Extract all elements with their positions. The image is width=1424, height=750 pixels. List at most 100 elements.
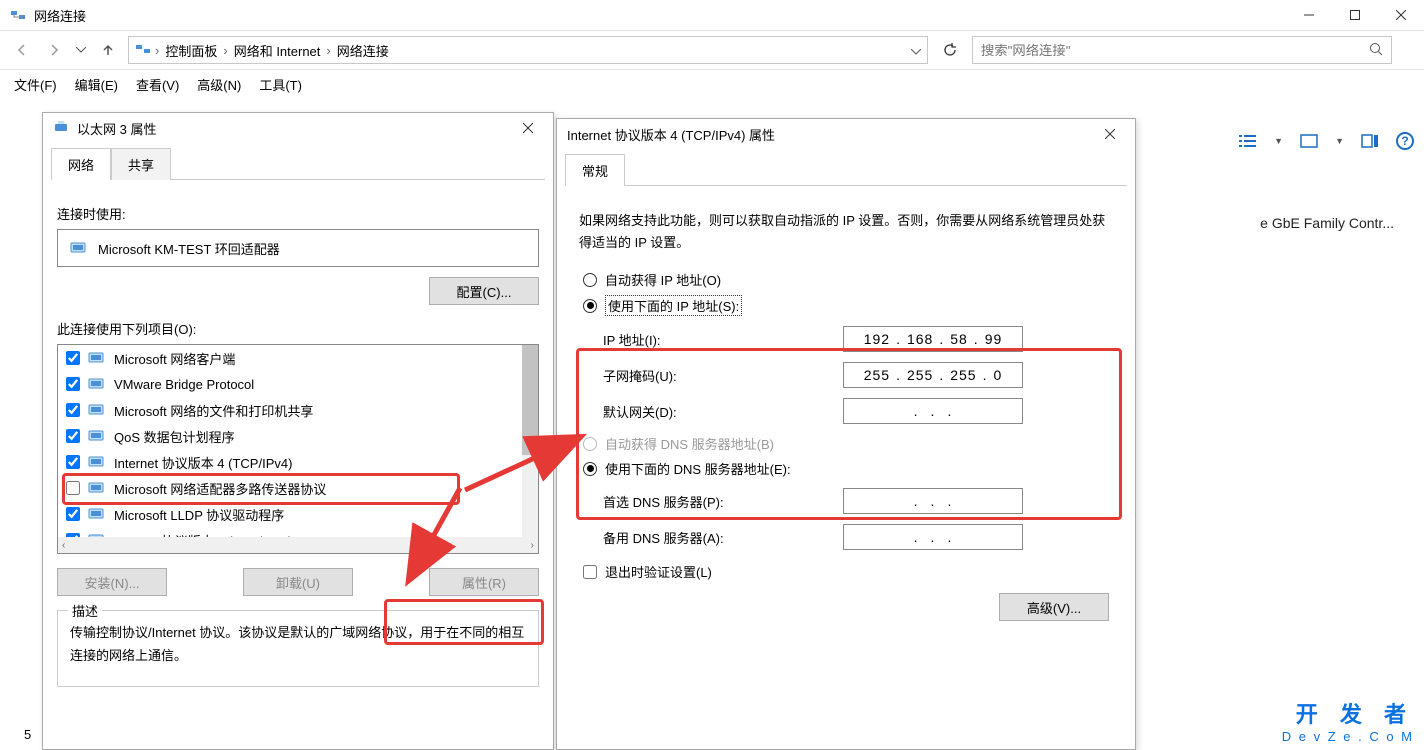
menu-tools[interactable]: 工具(T) xyxy=(251,73,310,96)
radio-icon[interactable] xyxy=(583,462,597,476)
crumb-2[interactable]: 网络连接 xyxy=(333,41,393,60)
forward-button[interactable] xyxy=(42,38,66,62)
dialog-title: 以太网 3 属性 xyxy=(77,119,156,138)
advanced-button[interactable]: 高级(V)... xyxy=(999,593,1109,621)
item-label: Microsoft LLDP 协议驱动程序 xyxy=(114,505,284,524)
auto-ip-radio-row[interactable]: 自动获得 IP 地址(O) xyxy=(583,270,1109,289)
minimize-button[interactable] xyxy=(1286,0,1332,30)
tab-sharing[interactable]: 共享 xyxy=(111,148,171,180)
ipv4-properties-dialog: Internet 协议版本 4 (TCP/IPv4) 属性 常规 如果网络支持此… xyxy=(556,118,1136,750)
validate-checkbox[interactable] xyxy=(583,565,597,579)
properties-button[interactable]: 属性(R) xyxy=(429,568,539,596)
item-checkbox[interactable] xyxy=(66,481,80,495)
breadcrumb[interactable]: › 控制面板 › 网络和 Internet › 网络连接 xyxy=(128,36,928,64)
item-checkbox[interactable] xyxy=(66,507,80,521)
item-label: Internet 协议版本 4 (TCP/IPv4) xyxy=(114,453,292,472)
list-item[interactable]: Microsoft 网络适配器多路传送器协议 xyxy=(58,475,538,501)
manual-dns-radio-row[interactable]: 使用下面的 DNS 服务器地址(E): xyxy=(583,459,1109,478)
list-item[interactable]: QoS 数据包计划程序 xyxy=(58,423,538,449)
close-button[interactable] xyxy=(513,113,543,143)
list-item[interactable]: Microsoft 网络客户端 xyxy=(58,345,538,371)
radio-icon[interactable] xyxy=(583,273,597,287)
chevron-down-icon[interactable] xyxy=(911,43,921,58)
adapter-name: Microsoft KM-TEST 环回适配器 xyxy=(98,239,280,258)
ethernet-properties-dialog: 以太网 3 属性 网络 共享 连接时使用: Microsoft KM-TEST … xyxy=(42,112,554,750)
menu-advanced[interactable]: 高级(N) xyxy=(189,73,249,96)
chevron-right-icon: › xyxy=(221,43,229,58)
protocol-icon xyxy=(88,480,106,497)
alt-dns-label: 备用 DNS 服务器(A): xyxy=(603,528,843,547)
network-connections-icon xyxy=(10,7,26,23)
view-large-icon[interactable] xyxy=(1299,132,1319,150)
scrollbar-vertical[interactable] xyxy=(522,345,538,537)
chevron-right-icon: › xyxy=(324,43,332,58)
list-item[interactable]: Internet 协议版本 4 (TCP/IPv4) xyxy=(58,449,538,475)
uninstall-button[interactable]: 卸载(U) xyxy=(243,568,353,596)
main-titlebar: 网络连接 xyxy=(0,0,1424,30)
search-icon[interactable] xyxy=(1369,42,1383,59)
history-dropdown[interactable] xyxy=(74,38,88,62)
menu-file[interactable]: 文件(F) xyxy=(6,73,65,96)
protocol-icon xyxy=(88,376,106,393)
network-items-listbox[interactable]: Microsoft 网络客户端VMware Bridge ProtocolMic… xyxy=(57,344,539,554)
back-button[interactable] xyxy=(10,38,34,62)
gateway-label: 默认网关(D): xyxy=(603,402,843,421)
search-input[interactable] xyxy=(981,43,1369,58)
view-details-icon[interactable] xyxy=(1238,132,1258,150)
menu-edit[interactable]: 编辑(E) xyxy=(67,73,126,96)
install-button[interactable]: 安装(N)... xyxy=(57,568,167,596)
ip-address-input[interactable]: 192.168.58.99 xyxy=(843,326,1023,352)
close-button[interactable] xyxy=(1378,0,1424,30)
list-item[interactable]: Microsoft LLDP 协议驱动程序 xyxy=(58,501,538,527)
subnet-mask-label: 子网掩码(U): xyxy=(603,366,843,385)
help-icon[interactable]: ? xyxy=(1396,132,1414,150)
auto-dns-radio-row: 自动获得 DNS 服务器地址(B) xyxy=(583,434,1109,453)
item-checkbox[interactable] xyxy=(66,429,80,443)
dropdown-icon[interactable]: ▼ xyxy=(1274,136,1283,146)
view-toolbar: ▼ ▼ ? xyxy=(1238,132,1414,150)
validate-label: 退出时验证设置(L) xyxy=(605,562,712,581)
alt-dns-input[interactable]: ... xyxy=(843,524,1023,550)
list-item[interactable]: Microsoft 网络的文件和打印机共享 xyxy=(58,397,538,423)
dropdown-icon[interactable]: ▼ xyxy=(1335,136,1344,146)
preview-pane-icon[interactable] xyxy=(1360,132,1380,150)
protocol-icon xyxy=(88,454,106,471)
item-checkbox[interactable] xyxy=(66,455,80,469)
dialog-titlebar[interactable]: 以太网 3 属性 xyxy=(43,113,553,143)
manual-ip-radio-row[interactable]: 使用下面的 IP 地址(S): xyxy=(583,295,1109,316)
radio-icon[interactable] xyxy=(583,299,597,313)
crumb-1[interactable]: 网络和 Internet xyxy=(230,41,325,60)
background-adapter-text: e GbE Family Contr... xyxy=(1260,215,1394,231)
configure-button[interactable]: 配置(C)... xyxy=(429,277,539,305)
folder-icon xyxy=(135,42,153,59)
gateway-input[interactable]: ... xyxy=(843,398,1023,424)
maximize-button[interactable] xyxy=(1332,0,1378,30)
item-label: Microsoft 网络客户端 xyxy=(114,349,235,368)
pref-dns-input[interactable]: ... xyxy=(843,488,1023,514)
tab-network[interactable]: 网络 xyxy=(51,148,111,180)
search-box[interactable] xyxy=(972,36,1392,64)
scrollbar-horizontal[interactable]: ‹› xyxy=(58,537,538,553)
tab-general[interactable]: 常规 xyxy=(565,154,625,186)
scrollbar-thumb[interactable] xyxy=(522,345,538,455)
subnet-mask-input[interactable]: 255.255.255.0 xyxy=(843,362,1023,388)
validate-on-exit-row[interactable]: 退出时验证设置(L) xyxy=(583,562,1109,581)
item-checkbox[interactable] xyxy=(66,403,80,417)
list-item[interactable]: VMware Bridge Protocol xyxy=(58,371,538,397)
close-button[interactable] xyxy=(1095,119,1125,149)
menu-view[interactable]: 查看(V) xyxy=(128,73,187,96)
manual-ip-label: 使用下面的 IP 地址(S): xyxy=(605,295,742,316)
auto-dns-label: 自动获得 DNS 服务器地址(B) xyxy=(605,434,774,453)
watermark-cn: 开 发 者 xyxy=(1282,697,1414,729)
refresh-button[interactable] xyxy=(936,36,964,64)
manual-dns-label: 使用下面的 DNS 服务器地址(E): xyxy=(605,459,791,478)
connect-using-label: 连接时使用: xyxy=(57,204,539,223)
item-checkbox[interactable] xyxy=(66,377,80,391)
dialog-titlebar[interactable]: Internet 协议版本 4 (TCP/IPv4) 属性 xyxy=(557,119,1135,149)
crumb-0[interactable]: 控制面板 xyxy=(161,41,221,60)
protocol-icon xyxy=(88,350,106,367)
item-label: QoS 数据包计划程序 xyxy=(114,427,235,446)
up-button[interactable] xyxy=(96,38,120,62)
dialog-title: Internet 协议版本 4 (TCP/IPv4) 属性 xyxy=(567,125,775,144)
item-checkbox[interactable] xyxy=(66,351,80,365)
